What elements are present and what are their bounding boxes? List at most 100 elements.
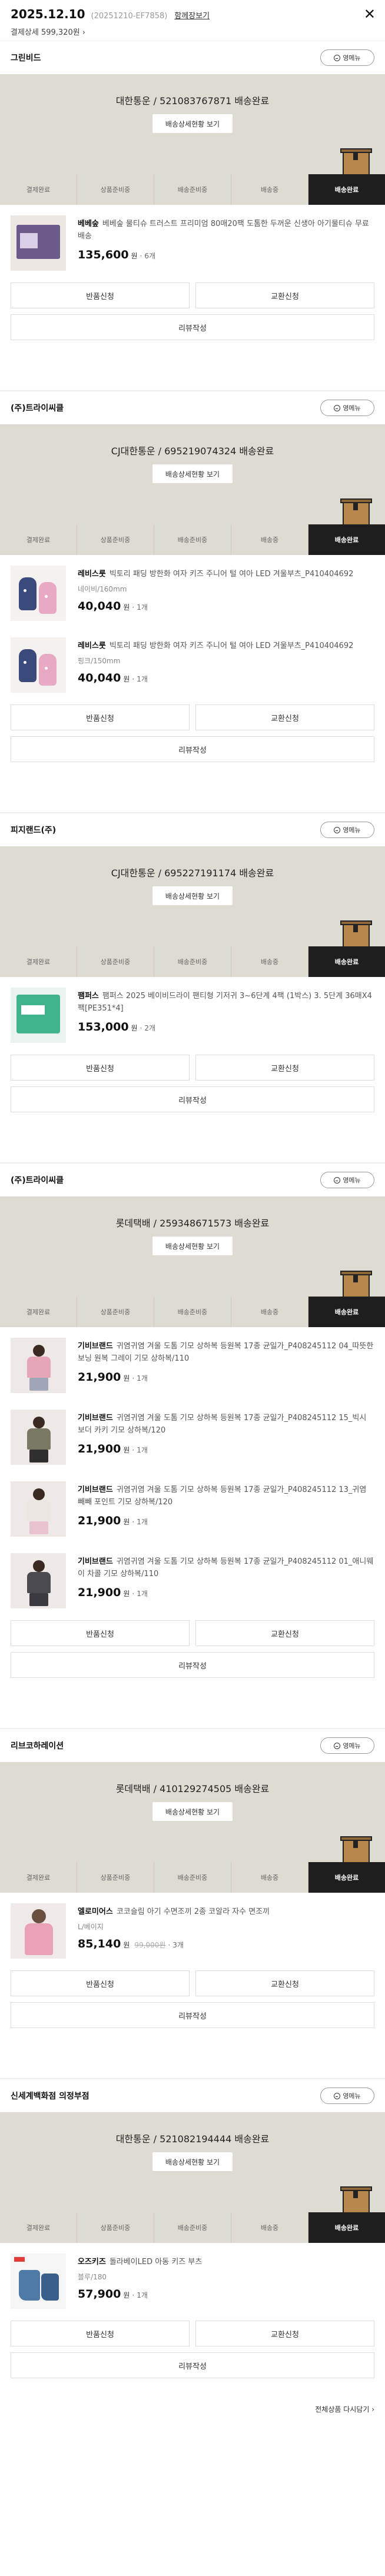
view-shipping-detail-button[interactable]: 배송상세현황 보기 (152, 114, 233, 133)
phone-icon (334, 2092, 341, 2099)
product-brand: 기비브랜드 (78, 1342, 113, 1351)
product-name: 귀염귀염 겨울 도톰 기모 상하복 등원복 17종 균일가_P408245112… (78, 1557, 374, 1578)
shipping-step: 결제완료 (0, 2212, 77, 2243)
shipping-step: 배송준비중 (154, 174, 231, 205)
product-price: 21,900 (78, 1371, 121, 1384)
shipping-status-panel: 롯데택배 / 410129274505 배송완료 배송상세현황 보기 결제완료 상품준… (0, 1762, 385, 1893)
shipping-status-panel: 대한통운 / 521082194444 배송완료 배송상세현황 보기 결제완료 상품준… (0, 2112, 385, 2243)
contact-seller-button[interactable]: 영메뉴 (320, 1737, 374, 1754)
product-name: 빅토리 패딩 방한화 여자 키즈 주니어 털 여아 LED 겨울부츠_P4104… (109, 641, 354, 650)
currency-unit: 원 (131, 252, 138, 260)
return-request-button[interactable]: 반품신청 (11, 282, 190, 308)
product-brand: 기비브랜드 (78, 1414, 113, 1422)
currency-unit: 원 (123, 1446, 130, 1454)
product-thumbnail[interactable] (11, 215, 66, 271)
view-shipping-detail-button[interactable]: 배송상세현황 보기 (152, 464, 233, 483)
product-thumbnail[interactable] (11, 1553, 66, 1608)
product-info: 레비스룻 빅토리 패딩 방한화 여자 키즈 주니어 털 여아 LED 겨울부츠_P… (78, 637, 374, 693)
combine-link[interactable]: 함께장보기 (174, 9, 210, 21)
write-review-button[interactable]: 리뷰작성 (11, 1652, 374, 1678)
product-brand: 팸퍼스 (78, 992, 99, 1001)
shipping-step: 배송완료 (308, 946, 385, 977)
seller-section: 리브코하레이션 영메뉴 롯데택배 / 410129274505 배송완료 배송상세현황… (0, 1729, 385, 2079)
product-name: 빅토리 패딩 방한화 여자 키즈 주니어 털 여아 LED 겨울부츠_P4104… (109, 570, 354, 579)
order-header-row: 2025.12.10 (20251210-EF7858) 함께장보기 (11, 7, 374, 21)
product-title: 레비스룻 빅토리 패딩 방한화 여자 키즈 주니어 털 여아 LED 겨울부츠_P… (78, 568, 374, 580)
contact-label: 영메뉴 (343, 404, 361, 412)
shipping-step: 배송중 (231, 174, 308, 205)
exchange-request-button[interactable]: 교환신청 (195, 1620, 374, 1646)
write-review-button[interactable]: 리뷰작성 (11, 2002, 374, 2028)
view-shipping-detail-button[interactable]: 배송상세현황 보기 (152, 886, 233, 905)
shipping-step: 결제완료 (0, 1862, 77, 1893)
quantity-separator: · (168, 1941, 171, 1949)
product-item[interactable]: 기비브랜드 귀염귀염 겨울 도톰 기모 상하복 등원복 17종 균일가_P4082… (0, 1399, 385, 1471)
exchange-request-button[interactable]: 교환신청 (195, 1055, 374, 1081)
contact-seller-button[interactable]: 영메뉴 (320, 49, 374, 66)
order-actions: 반품신청 교환신청리뷰작성 (0, 2315, 385, 2394)
quantity-separator: · (140, 1024, 142, 1032)
seller-name: 피지랜드(주) (11, 826, 57, 835)
product-title: 기비브랜드 귀염귀염 겨울 도톰 기모 상하복 등원복 17종 균일가_P4082… (78, 1412, 374, 1437)
product-title: 엘로미어스 코코슬림 아기 수면조끼 2종 코알라 자수 면조끼 (78, 1906, 374, 1918)
product-thumbnail[interactable] (11, 1410, 66, 1465)
seller-name: (주)트라이씨클 (11, 404, 64, 413)
action-row: 리뷰작성 (11, 2352, 374, 2378)
product-item[interactable]: 오즈키즈 돌라베이LED 아동 키즈 부츠 블루/180 57,900 원 · 1개 (0, 2243, 385, 2315)
exchange-request-button[interactable]: 교환신청 (195, 2321, 374, 2346)
shipping-step: 배송준비중 (154, 524, 231, 555)
contact-label: 영메뉴 (343, 826, 361, 834)
product-thumbnail[interactable] (11, 1903, 66, 1959)
return-request-button[interactable]: 반품신청 (11, 1970, 190, 1996)
exchange-request-button[interactable]: 교환신청 (195, 704, 374, 730)
product-item[interactable]: 기비브랜드 귀염귀염 겨울 도톰 기모 상하복 등원복 17종 균일가_P4082… (0, 1327, 385, 1399)
product-thumbnail[interactable] (11, 1338, 66, 1393)
write-review-button[interactable]: 리뷰작성 (11, 2352, 374, 2378)
price-row: 40,040 원 · 1개 (78, 600, 374, 613)
product-item[interactable]: 기비브랜드 귀염귀염 겨울 도톰 기모 상하복 등원복 17종 균일가_P4082… (0, 1471, 385, 1543)
product-quantity: 6개 (144, 252, 156, 260)
child-head-shape (33, 1417, 45, 1428)
quantity-separator: · (132, 1446, 135, 1454)
product-thumbnail[interactable] (11, 2253, 66, 2309)
shipping-step: 결제완료 (0, 174, 77, 205)
product-thumbnail[interactable] (11, 637, 66, 693)
price-row: 21,900 원 · 1개 (78, 1371, 374, 1384)
product-item[interactable]: 베베숲 베베숲 물티슈 트러스트 프리미엄 80매20팩 도톰한 두꺼운 신생아 … (0, 205, 385, 277)
close-icon[interactable]: ✕ (364, 6, 376, 22)
return-request-button[interactable]: 반품신청 (11, 1620, 190, 1646)
product-name: 팸퍼스 2025 베이비드라이 팬티형 기저귀 3~6단계 4팩 (1박스) 3… (78, 992, 372, 1013)
product-thumbnail[interactable] (11, 566, 66, 621)
product-item[interactable]: 기비브랜드 귀염귀염 겨울 도톰 기모 상하복 등원복 17종 균일가_P4082… (0, 1543, 385, 1614)
return-request-button[interactable]: 반품신청 (11, 2321, 190, 2346)
contact-seller-button[interactable]: 영메뉴 (320, 822, 374, 838)
contact-seller-button[interactable]: 영메뉴 (320, 2088, 374, 2104)
return-request-button[interactable]: 반품신청 (11, 704, 190, 730)
write-review-button[interactable]: 리뷰작성 (11, 1086, 374, 1112)
view-shipping-detail-button[interactable]: 배송상세현황 보기 (152, 1237, 233, 1255)
view-shipping-detail-button[interactable]: 배송상세현황 보기 (152, 1802, 233, 1821)
price-row: 135,600 원 · 6개 (78, 248, 374, 261)
reorder-all-link[interactable]: 전체상품 다시담기 › (0, 2394, 385, 2432)
shipping-step: 배송완료 (308, 1862, 385, 1893)
product-thumbnail[interactable] (11, 1481, 66, 1537)
product-item[interactable]: 레비스룻 빅토리 패딩 방한화 여자 키즈 주니어 털 여아 LED 겨울부츠_P… (0, 555, 385, 627)
product-item[interactable]: 레비스룻 빅토리 패딩 방한화 여자 키즈 주니어 털 여아 LED 겨울부츠_P… (0, 627, 385, 699)
contact-seller-button[interactable]: 영메뉴 (320, 1172, 374, 1188)
exchange-request-button[interactable]: 교환신청 (195, 1970, 374, 1996)
product-item[interactable]: 팸퍼스 팸퍼스 2025 베이비드라이 팬티형 기저귀 3~6단계 4팩 (1박스… (0, 977, 385, 1049)
write-review-button[interactable]: 리뷰작성 (11, 736, 374, 762)
product-brand: 기비브랜드 (78, 1557, 113, 1566)
product-item[interactable]: 엘로미어스 코코슬림 아기 수면조끼 2종 코알라 자수 면조끼 L/베이지 85,1… (0, 1893, 385, 1965)
price-row: 21,900 원 · 1개 (78, 1586, 374, 1599)
action-row: 반품신청 교환신청 (11, 704, 374, 730)
exchange-request-button[interactable]: 교환신청 (195, 282, 374, 308)
contact-seller-button[interactable]: 영메뉴 (320, 400, 374, 416)
shipping-step: 배송중 (231, 946, 308, 977)
product-thumbnail[interactable] (11, 988, 66, 1043)
write-review-button[interactable]: 리뷰작성 (11, 314, 374, 340)
payment-summary-link[interactable]: 결제상세 599,320원 › (11, 26, 374, 37)
view-shipping-detail-button[interactable]: 배송상세현황 보기 (152, 2152, 233, 2171)
tracking-info: 롯데택배 / 410129274505 배송완료 (115, 1783, 270, 1794)
return-request-button[interactable]: 반품신청 (11, 1055, 190, 1081)
